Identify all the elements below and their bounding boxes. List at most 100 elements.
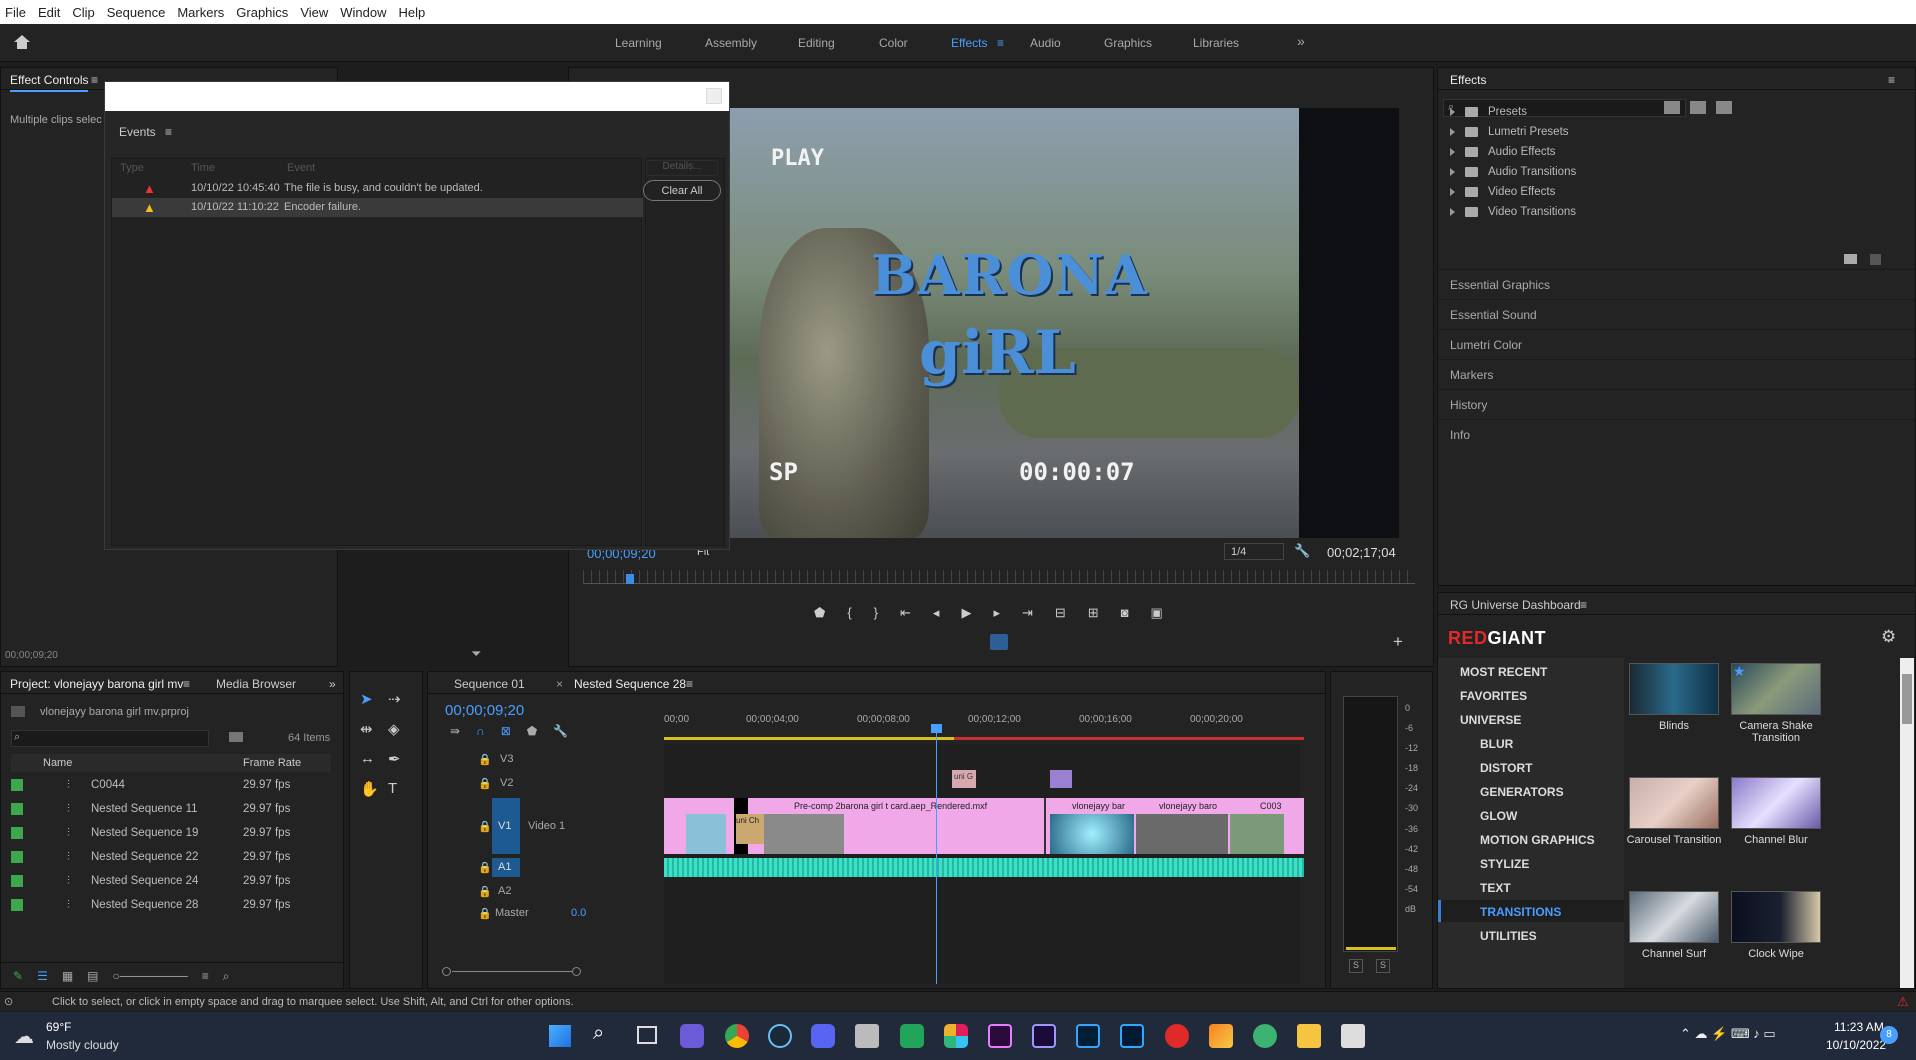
event-row[interactable]: ▲ 10/10/22 10:45:40 The file is busy, an… xyxy=(112,179,643,198)
tray-icons[interactable]: ⌃ ☁ ⚡ ⌨ ♪ ▭ xyxy=(1680,1026,1776,1042)
col-frame-rate[interactable]: Frame Rate xyxy=(243,757,301,769)
solo-right-button[interactable]: S xyxy=(1376,959,1390,973)
menu-clip[interactable]: Clip xyxy=(67,5,101,20)
tree-item-lumetri-presets[interactable]: Lumetri Presets xyxy=(1450,122,1576,142)
delete-icon[interactable] xyxy=(1870,254,1881,265)
rg-cat-stylize[interactable]: STYLIZE xyxy=(1480,857,1529,871)
project-menu-icon[interactable]: ≡ xyxy=(183,677,190,691)
ws-color[interactable]: Color xyxy=(879,36,908,50)
details-button[interactable]: Details... xyxy=(646,160,718,176)
timeline-timecode[interactable]: 00;00;09;20 xyxy=(445,702,524,719)
tab-sequence-01[interactable]: Sequence 01 xyxy=(454,677,525,691)
ws-assembly[interactable]: Assembly xyxy=(705,36,757,50)
program-scrub-bar[interactable] xyxy=(583,570,1415,584)
rg-cat-universe[interactable]: UNIVERSE xyxy=(1460,713,1521,727)
track-select-tool-icon[interactable]: ⇢ xyxy=(388,690,416,708)
ws-graphics[interactable]: Graphics xyxy=(1104,36,1152,50)
thumb-blinds[interactable] xyxy=(1629,663,1719,715)
solo-left-button[interactable]: S xyxy=(1349,959,1363,973)
time-ruler[interactable]: 00;00 00;00;04;00 00;00;08;00 00;00;12;0… xyxy=(664,696,1304,742)
icon-view-icon[interactable]: ▦ xyxy=(62,969,73,983)
wrench-icon[interactable]: 🔧 xyxy=(1294,543,1310,559)
track-v2[interactable]: V2 xyxy=(500,777,513,789)
scroll-handle-left[interactable] xyxy=(442,967,451,976)
thumb-clock-wipe[interactable] xyxy=(1731,891,1821,943)
lock-icon[interactable]: 🔒 xyxy=(478,753,492,766)
track-a1[interactable]: A1 xyxy=(498,861,511,873)
section-history[interactable]: History xyxy=(1438,389,1915,419)
warning-icon[interactable]: ⚠ xyxy=(1897,994,1909,1010)
rg-cat-generators[interactable]: GENERATORS xyxy=(1480,785,1564,799)
find-icon[interactable]: ⌕ xyxy=(223,969,230,983)
section-info[interactable]: Info xyxy=(1438,419,1915,449)
list-item[interactable]: ⫶ Nested Sequence 11 29.97 fps xyxy=(1,797,331,821)
track-a2[interactable]: A2 xyxy=(498,885,511,897)
rg-scrollbar[interactable] xyxy=(1900,658,1914,988)
list-item[interactable]: ⫶ Nested Sequence 22 29.97 fps xyxy=(1,845,331,869)
menu-window[interactable]: Window xyxy=(335,5,393,20)
ws-menu-icon[interactable]: ≡ xyxy=(997,36,1004,50)
menu-help[interactable]: Help xyxy=(394,5,433,20)
app-icon[interactable] xyxy=(1209,1024,1233,1048)
wrench-icon[interactable]: 🔧 xyxy=(553,724,568,738)
clip-v2[interactable]: uni G xyxy=(952,770,976,788)
tab-project[interactable]: Project: vlonejayy barona girl mv xyxy=(10,677,183,691)
sort-icon[interactable]: ≡ xyxy=(202,969,209,983)
steam-icon[interactable] xyxy=(768,1024,792,1048)
after-effects-icon[interactable] xyxy=(1032,1024,1056,1048)
export-frame-icon[interactable] xyxy=(990,634,1008,650)
pencil-icon[interactable]: ✎ xyxy=(13,969,23,983)
discord-icon[interactable] xyxy=(811,1024,835,1048)
linked-selection-icon[interactable]: ⊠ xyxy=(501,724,511,738)
app-icon[interactable] xyxy=(900,1024,924,1048)
menu-graphics[interactable]: Graphics xyxy=(231,5,295,20)
tree-item-audio-transitions[interactable]: Audio Transitions xyxy=(1450,162,1576,182)
ws-learning[interactable]: Learning xyxy=(615,36,662,50)
tab-media-browser[interactable]: Media Browser xyxy=(216,677,296,691)
play-icon[interactable]: ▶ xyxy=(961,605,971,621)
section-markers[interactable]: Markers xyxy=(1438,359,1915,389)
app-icon[interactable] xyxy=(1253,1024,1277,1048)
home-icon[interactable] xyxy=(13,34,31,50)
timeline-scrollbar[interactable] xyxy=(442,967,1292,981)
ripple-edit-tool-icon[interactable]: ⇹ xyxy=(360,720,388,738)
lift-icon[interactable]: ⊟ xyxy=(1055,605,1066,621)
col-name[interactable]: Name xyxy=(43,757,72,769)
chrome-icon[interactable] xyxy=(725,1024,749,1048)
clock-time[interactable]: 11:23 AM xyxy=(1834,1020,1884,1034)
weather-desc[interactable]: Mostly cloudy xyxy=(46,1038,119,1052)
rg-cat-glow[interactable]: GLOW xyxy=(1480,809,1517,823)
rg-cat-blur[interactable]: BLUR xyxy=(1480,737,1513,751)
list-view-icon[interactable]: ☰ xyxy=(37,969,48,983)
menu-view[interactable]: View xyxy=(295,5,335,20)
thumb-carousel[interactable] xyxy=(1629,777,1719,829)
rg-cat-favorites[interactable]: FAVORITES xyxy=(1460,689,1527,703)
yuv-effects-icon[interactable] xyxy=(1716,101,1732,114)
teams-icon[interactable] xyxy=(680,1024,704,1048)
type-tool-icon[interactable]: T xyxy=(388,780,416,798)
tab-effect-controls[interactable]: Effect Controls xyxy=(10,73,89,92)
clip-v2b[interactable] xyxy=(1050,770,1072,788)
menu-markers[interactable]: Markers xyxy=(172,5,231,20)
extract-icon[interactable]: ⊞ xyxy=(1088,605,1099,621)
list-item[interactable]: ⫶ Nested Sequence 24 29.97 fps xyxy=(1,869,331,893)
menu-sequence[interactable]: Sequence xyxy=(102,5,173,20)
rg-cat-distort[interactable]: DISTORT xyxy=(1480,761,1532,775)
slack-icon[interactable] xyxy=(944,1024,968,1048)
ws-audio[interactable]: Audio xyxy=(1030,36,1061,50)
track-area[interactable]: uni G uni Ch Pre-comp 2barona girl t car… xyxy=(664,724,1304,984)
add-marker-icon[interactable]: ⬟ xyxy=(814,605,825,621)
lock-icon[interactable]: 🔒 xyxy=(478,907,492,920)
clear-all-button[interactable]: Clear All xyxy=(643,180,721,201)
file-explorer-icon[interactable] xyxy=(1297,1024,1321,1048)
notification-badge[interactable]: 8 xyxy=(1880,1026,1898,1044)
slip-tool-icon[interactable]: ↔ xyxy=(360,750,388,768)
audio1-clip[interactable] xyxy=(664,858,1304,877)
section-lumetri-color[interactable]: Lumetri Color xyxy=(1438,329,1915,359)
section-essential-graphics[interactable]: Essential Graphics xyxy=(1438,269,1915,299)
app-icon[interactable] xyxy=(855,1024,879,1048)
thumb-channel-blur[interactable] xyxy=(1731,777,1821,829)
gear-icon[interactable]: ⚙ xyxy=(1881,627,1896,647)
track-v1[interactable]: V1 xyxy=(498,820,511,832)
mark-in-icon[interactable]: { xyxy=(847,605,851,621)
